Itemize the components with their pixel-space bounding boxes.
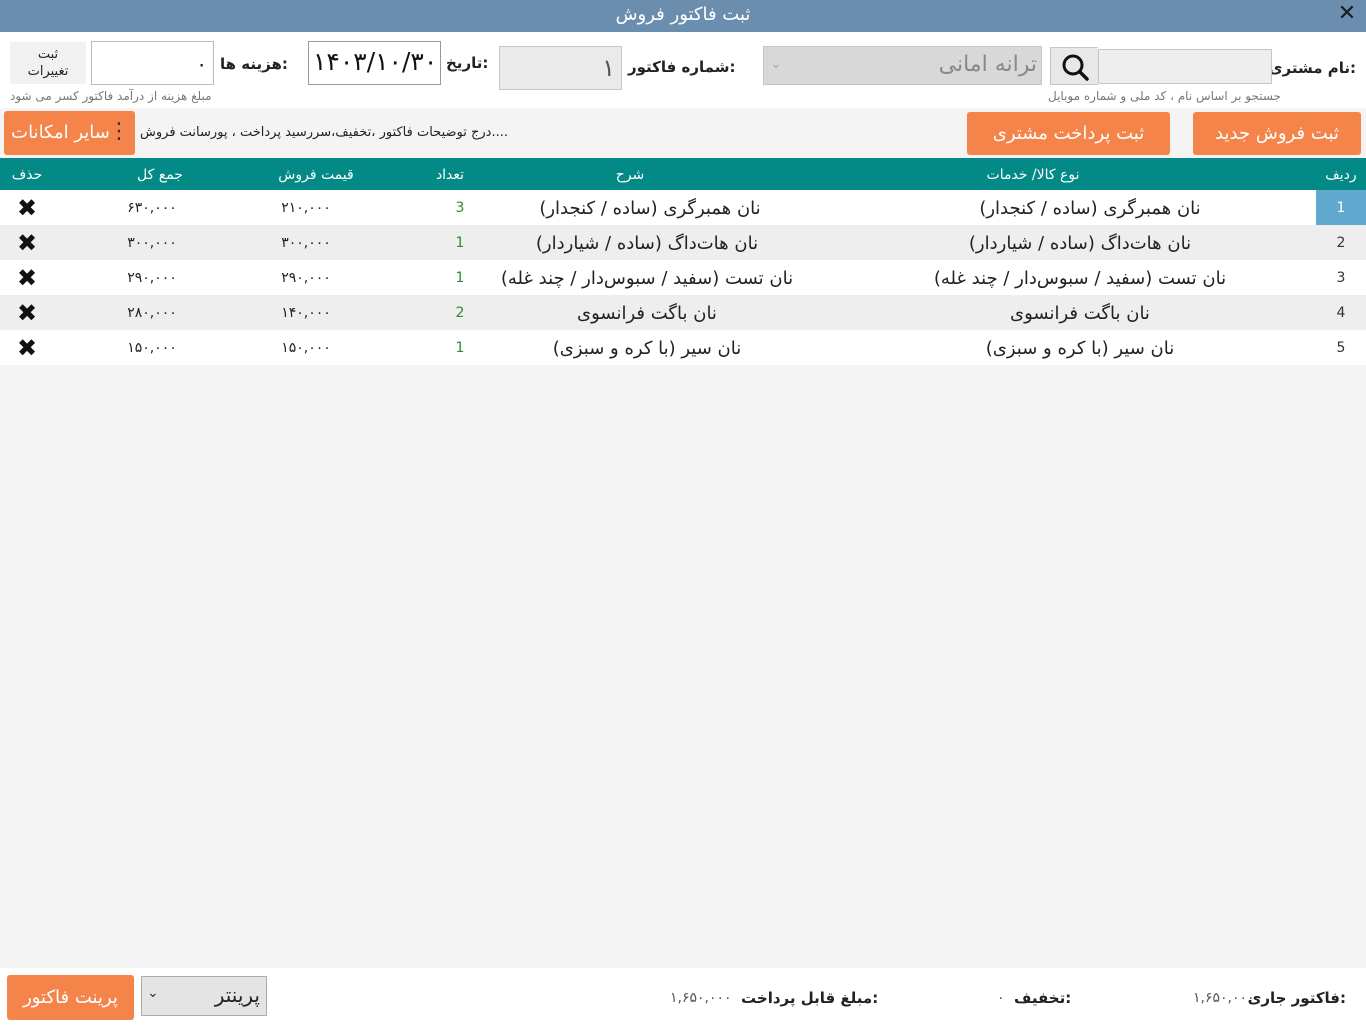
- col-header-qty: تعداد: [435, 167, 465, 183]
- row-index: 2: [1336, 235, 1346, 251]
- row-index: 4: [1336, 305, 1346, 321]
- delete-icon[interactable]: ✖: [0, 330, 54, 365]
- current-invoice-label: فاکتور جاری:: [1247, 989, 1346, 1007]
- row-total: ۲۹۰,۰۰۰: [127, 270, 177, 286]
- printer-selected-value: پرینتر: [214, 983, 260, 1007]
- row-index: 3: [1336, 270, 1346, 286]
- table-row[interactable]: 3 نان تست (سفید / سبوس‌دار / چند غله) نا…: [0, 260, 1366, 295]
- new-sale-button[interactable]: ثبت فروش جدید: [1193, 112, 1361, 155]
- chevron-down-icon: ⌄: [770, 56, 782, 72]
- cost-input[interactable]: ۰: [91, 41, 214, 85]
- customer-payment-label: ثبت پرداخت مشتری: [992, 123, 1145, 144]
- delete-icon[interactable]: ✖: [0, 295, 54, 330]
- delete-icon[interactable]: ✖: [0, 190, 54, 225]
- items-table-header: ردیف نوع کالا/ خدمات شرح تعداد قیمت فروش…: [0, 158, 1366, 190]
- row-price: ۲۱۰,۰۰۰: [281, 200, 331, 216]
- customer-search-button[interactable]: [1050, 47, 1098, 85]
- row-qty[interactable]: 2: [430, 295, 490, 330]
- discount-label: تخفیف:: [1014, 989, 1072, 1007]
- row-qty[interactable]: 1: [430, 330, 490, 365]
- col-header-price: قیمت فروش: [278, 167, 354, 183]
- row-type: نان باگت فرانسوی: [1010, 303, 1150, 324]
- save-changes-label: ثبت تغییرات: [27, 47, 69, 79]
- invoice-description-link[interactable]: درج توضیحات فاکتور ،تخفیف،سررسید پرداخت …: [140, 125, 508, 140]
- action-toolbar: ثبت فروش جدید ثبت پرداخت مشتری درج توضیح…: [0, 108, 1366, 158]
- save-changes-button[interactable]: ثبت تغییرات: [10, 42, 86, 84]
- delete-icon[interactable]: ✖: [0, 260, 54, 295]
- date-label: تاریخ:: [446, 54, 489, 72]
- more-options-button[interactable]: سایر امکانات ⋮: [4, 111, 135, 155]
- row-qty[interactable]: 1: [430, 225, 490, 260]
- table-row[interactable]: 1 نان همبرگری (ساده / کنجدار) نان همبرگر…: [0, 190, 1366, 225]
- row-desc: نان هات‌داگ (ساده / شیاردار): [535, 233, 759, 254]
- row-qty[interactable]: 1: [430, 260, 490, 295]
- row-price: ۳۰۰,۰۰۰: [281, 235, 331, 251]
- row-total: ۳۰۰,۰۰۰: [127, 235, 177, 251]
- row-desc: نان تست (سفید / سبوس‌دار / چند غله): [500, 268, 794, 289]
- date-field[interactable]: ۱۴۰۳/۱۰/۳۰: [308, 41, 441, 85]
- customer-select[interactable]: ⌄ ترانه امانی: [763, 46, 1042, 85]
- print-invoice-label: پرینت فاکتور: [23, 987, 118, 1008]
- col-header-desc: شرح: [615, 167, 645, 183]
- col-header-type: نوع کالا/ خدمات: [986, 167, 1080, 183]
- chevron-down-icon: ⌄: [147, 985, 159, 1001]
- cost-value: ۰: [196, 52, 207, 76]
- row-total: ۱۵۰,۰۰۰: [127, 340, 177, 356]
- date-value: ۱۴۰۳/۱۰/۳۰: [313, 47, 438, 76]
- row-total: ۶۳۰,۰۰۰: [127, 200, 177, 216]
- col-header-total: جمع کل: [137, 167, 183, 183]
- row-qty[interactable]: 3: [430, 190, 490, 225]
- table-row[interactable]: 5 نان سیر (با کره و سبزی) نان سیر (با کر…: [0, 330, 1366, 365]
- row-index: 1: [1316, 190, 1366, 225]
- row-type: نان سیر (با کره و سبزی): [985, 338, 1175, 359]
- window-title: ثبت فاکتور فروش: [615, 4, 751, 25]
- row-total: ۲۸۰,۰۰۰: [127, 305, 177, 321]
- row-type: نان هات‌داگ (ساده / شیاردار): [968, 233, 1192, 254]
- table-row[interactable]: 4 نان باگت فرانسوی نان باگت فرانسوی 2 ۱۴…: [0, 295, 1366, 330]
- current-invoice-value: ۱,۶۵۰,۰۰۰: [1193, 990, 1255, 1006]
- items-table-body: 1 نان همبرگری (ساده / کنجدار) نان همبرگر…: [0, 190, 1366, 365]
- search-icon: [1062, 54, 1089, 81]
- delete-icon[interactable]: ✖: [0, 225, 54, 260]
- customer-search-hint: جستجو بر اساس نام ، کد ملی و شماره موبای…: [1048, 89, 1281, 103]
- more-vertical-icon: ⋮: [108, 119, 130, 144]
- col-header-delete: حذف: [11, 167, 43, 183]
- print-invoice-button[interactable]: پرینت فاکتور: [7, 975, 134, 1020]
- more-options-label: سایر امکانات: [11, 122, 110, 143]
- payable-value: ۱,۶۵۰,۰۰۰: [670, 990, 732, 1006]
- row-desc: نان باگت فرانسوی: [577, 303, 717, 324]
- invoice-number-label: شماره فاکتور:: [628, 58, 736, 76]
- invoice-number-field[interactable]: ۱: [499, 46, 622, 90]
- customer-label: نام مشتری:: [1268, 59, 1356, 77]
- row-desc: نان همبرگری (ساده / کنجدار): [539, 198, 761, 219]
- cost-label: هزینه ها:: [220, 55, 288, 73]
- customer-payment-button[interactable]: ثبت پرداخت مشتری: [967, 112, 1170, 155]
- printer-select[interactable]: ⌄ پرینتر: [141, 976, 267, 1016]
- table-row[interactable]: 2 نان هات‌داگ (ساده / شیاردار) نان هات‌د…: [0, 225, 1366, 260]
- row-index: 5: [1336, 340, 1346, 356]
- customer-search-input[interactable]: [1098, 49, 1272, 84]
- close-icon[interactable]: ✕: [1336, 3, 1358, 25]
- window-title-bar: ثبت فاکتور فروش: [0, 0, 1366, 32]
- invoice-number-value: ۱: [602, 54, 615, 82]
- row-price: ۲۹۰,۰۰۰: [281, 270, 331, 286]
- payable-label: مبلغ قابل پرداخت:: [741, 989, 879, 1007]
- row-type: نان تست (سفید / سبوس‌دار / چند غله): [933, 268, 1227, 289]
- customer-selected-value: ترانه امانی: [938, 52, 1037, 77]
- cost-hint: مبلغ هزینه از درآمد فاکتور کسر می شود: [10, 89, 212, 103]
- new-sale-label: ثبت فروش جدید: [1215, 123, 1339, 144]
- discount-value: ۰: [997, 990, 1005, 1006]
- row-price: ۱۴۰,۰۰۰: [281, 305, 331, 321]
- invoice-footer: فاکتور جاری: ۱,۶۵۰,۰۰۰ تخفیف: ۰ مبلغ قاب…: [0, 968, 1366, 1028]
- row-desc: نان سیر (با کره و سبزی): [552, 338, 742, 359]
- col-header-row: ردیف: [1325, 167, 1357, 183]
- invoice-header: نام مشتری: جستجو بر اساس نام ، کد ملی و …: [0, 32, 1366, 108]
- row-price: ۱۵۰,۰۰۰: [281, 340, 331, 356]
- row-type: نان همبرگری (ساده / کنجدار): [979, 198, 1201, 219]
